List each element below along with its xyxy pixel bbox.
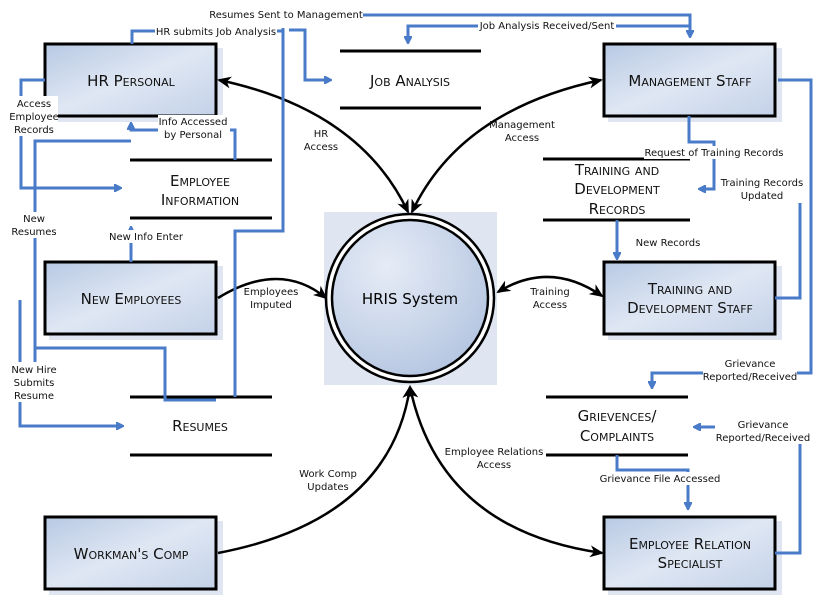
label-request-training: Request of Training Records — [644, 148, 783, 159]
employee-info-label-2: Information — [161, 191, 239, 209]
label-er-access-1: Employee Relations — [445, 447, 544, 458]
label-work-comp-1: Work Comp — [299, 469, 357, 480]
store-grievances[interactable]: Grievences/ Complaints — [546, 395, 688, 457]
label-info-accessed-2: by Personal — [164, 130, 222, 141]
label-new-resumes-2: Resumes — [11, 227, 56, 238]
label-grievance-top-2: Reported/Received — [703, 372, 798, 383]
hr-personal-label: HR Personal — [87, 72, 176, 90]
label-training-updated-2: Updated — [741, 191, 784, 202]
label-new-hire-3: Resume — [14, 391, 54, 402]
training-staff-label-1: Training and — [647, 280, 732, 298]
label-training-access-1: Training — [529, 287, 569, 298]
training-records-label-3: Records — [589, 200, 646, 218]
employee-relation-label-2: Specialist — [658, 554, 723, 572]
entity-workmans-comp[interactable]: Workman's Comp — [43, 515, 223, 595]
label-grievance-top-1: Grievance — [725, 359, 776, 370]
store-training-records[interactable]: Training and Development Records — [543, 157, 690, 222]
label-hr-submits: HR submits Job Analysis — [156, 27, 276, 38]
store-job-analysis[interactable]: Job Analysis — [340, 49, 481, 110]
label-new-hire-1: New Hire — [11, 365, 56, 376]
hris-system-label: HRIS System — [362, 290, 458, 308]
label-employees-imputed-2: Imputed — [250, 300, 292, 311]
label-access-records-2: Employee — [9, 112, 59, 123]
new-employees-label: New Employees — [81, 290, 182, 308]
label-resumes-sent: Resumes Sent to Management — [209, 10, 363, 21]
employee-info-label-1: Employee — [170, 172, 230, 190]
training-records-label-1: Training and — [574, 161, 659, 179]
label-er-access-2: Access — [477, 460, 511, 471]
label-job-analysis-received: Job Analysis Received/Sent — [479, 21, 615, 32]
management-staff-label: Management Staff — [628, 72, 751, 90]
training-records-label-2: Development — [574, 180, 660, 198]
label-grievance-right-1: Grievance — [738, 420, 789, 431]
entity-management-staff[interactable]: Management Staff — [602, 42, 782, 122]
entity-employee-relation-specialist[interactable]: Employee Relation Specialist — [602, 515, 782, 595]
label-access-records-3: Records — [14, 125, 54, 136]
workmans-comp-label: Workman's Comp — [74, 545, 189, 563]
entity-hr-personal[interactable]: HR Personal — [43, 42, 223, 122]
label-hr-access-1: HR — [314, 129, 329, 140]
management-access-arrow — [410, 76, 603, 214]
training-staff-label-2: Development Staff — [627, 299, 753, 317]
label-new-resumes-1: New — [23, 214, 45, 225]
entity-new-employees[interactable]: New Employees — [43, 260, 223, 340]
label-access-records-1: Access — [17, 99, 51, 110]
label-training-updated-1: Training Records — [720, 178, 803, 189]
job-analysis-label: Job Analysis — [369, 72, 450, 90]
label-mgmt-access-2: Access — [505, 133, 539, 144]
label-new-hire-2: Submits — [14, 378, 55, 389]
label-new-info-enter: New Info Enter — [109, 232, 184, 243]
label-info-accessed-1: Info Accessed — [159, 117, 228, 128]
label-training-access-2: Access — [533, 300, 567, 311]
store-resumes[interactable]: Resumes — [130, 395, 272, 457]
label-employees-imputed-1: Employees — [244, 287, 299, 298]
hris-system-process[interactable]: HRIS System — [324, 212, 497, 385]
entity-training-staff[interactable]: Training and Development Staff — [602, 260, 782, 340]
grievances-label-1: Grievences/ — [578, 407, 658, 425]
label-work-comp-2: Updates — [307, 482, 348, 493]
label-mgmt-access-1: Management — [489, 120, 555, 131]
store-employee-information[interactable]: Employee Information — [130, 158, 272, 220]
label-grievance-right-2: Reported/Received — [716, 433, 811, 444]
resumes-label: Resumes — [172, 417, 228, 435]
label-hr-access-2: Access — [304, 142, 338, 153]
employee-relation-label-1: Employee Relation — [629, 535, 751, 553]
hris-dataflow-diagram: HRIS System HR Personal Management Staff… — [6, 8, 813, 595]
label-grievance-file: Grievance File Accessed — [600, 474, 721, 485]
grievances-label-2: Complaints — [580, 427, 654, 445]
label-new-records: New Records — [636, 238, 701, 249]
